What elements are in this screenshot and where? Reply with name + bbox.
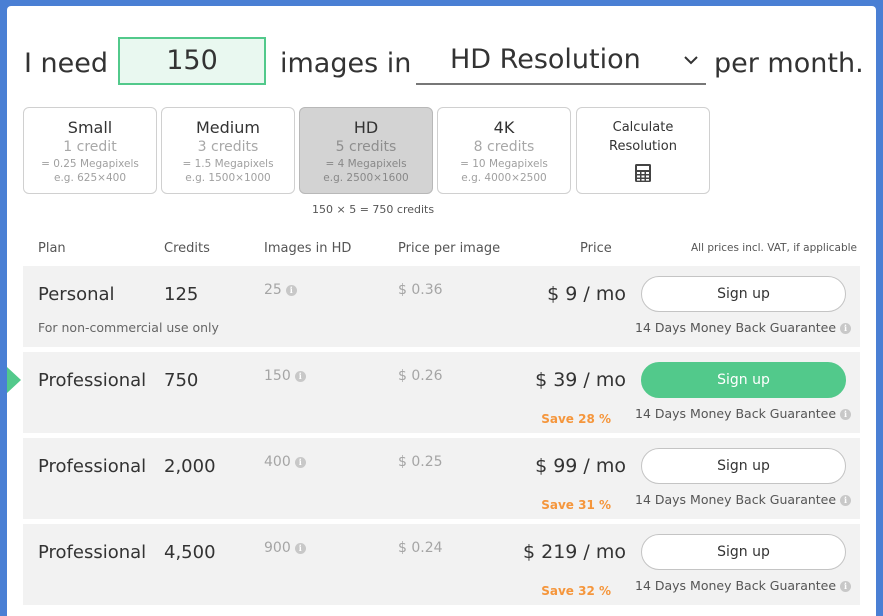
info-icon[interactable]: i — [294, 543, 306, 554]
plan-images: 150 i — [264, 368, 306, 384]
size-example: e.g. 1500×1000 — [185, 172, 271, 184]
size-name: Medium — [196, 118, 260, 137]
plan-name: Professional — [38, 370, 147, 391]
credit-formula: 150 × 5 = 750 credits — [312, 203, 435, 216]
plan-row: Professional 4,500 900 i $ 0.24 $ 219 / m… — [23, 524, 860, 605]
calculator-icon — [635, 164, 651, 182]
plan-credits: 2,000 — [164, 456, 216, 477]
plan-row: Professional 2,000 400 i $ 0.25 $ 99 / mo… — [23, 438, 860, 519]
info-icon[interactable]: i — [285, 285, 297, 296]
plan-price: $ 39 / mo — [535, 369, 626, 391]
column-header-price-per-image: Price per image — [398, 241, 501, 256]
calculate-label-line1: Calculate — [612, 120, 674, 135]
size-tile-medium[interactable]: Medium 3 credits = 1.5 Megapixels e.g. 1… — [161, 107, 295, 194]
size-credits: 1 credit — [63, 139, 117, 155]
selected-plan-marker-icon — [7, 367, 21, 393]
plan-row: Personal 125 25 i $ 0.36 $ 9 / mo Sign up… — [23, 266, 860, 347]
plan-images: 900 i — [264, 540, 306, 556]
headline-middle: images in — [280, 48, 412, 79]
plan-savings-badge: Save 31 % — [541, 498, 611, 512]
image-count-input[interactable]: 150 — [118, 37, 266, 85]
calculate-label: Calculate Resolution — [577, 118, 709, 156]
plan-credits: 750 — [164, 370, 199, 391]
plan-name: Personal — [38, 284, 115, 305]
chevron-down-icon — [684, 56, 698, 65]
size-megapixels: = 4 Megapixels — [325, 158, 407, 170]
guarantee-text: 14 Days Money Back Guarantee — [635, 320, 837, 335]
plan-savings-badge: Save 32 % — [541, 584, 611, 598]
info-icon[interactable]: i — [294, 371, 306, 382]
column-header-price: Price — [580, 241, 612, 256]
size-credits: 3 credits — [197, 139, 259, 155]
plan-note: For non-commercial use only — [38, 320, 219, 335]
plan-row-selected: Professional 750 150 i $ 0.26 $ 39 / mo S… — [23, 352, 860, 433]
signup-button[interactable]: Sign up — [641, 362, 846, 398]
plan-credits: 125 — [164, 284, 199, 305]
size-tile-hd[interactable]: HD 5 credits = 4 Megapixels e.g. 2500×16… — [299, 107, 433, 194]
info-icon[interactable]: i — [840, 495, 852, 506]
plan-images-value: 900 — [264, 540, 291, 556]
size-credits: 8 credits — [473, 139, 535, 155]
size-megapixels: = 10 Megapixels — [460, 158, 548, 170]
column-header-credits: Credits — [164, 241, 210, 256]
headline-prefix: I need — [24, 48, 109, 79]
size-example: e.g. 625×400 — [53, 172, 127, 184]
guarantee-text: 14 Days Money Back Guarantee — [635, 578, 837, 593]
column-header-plan: Plan — [38, 241, 66, 256]
guarantee-text: 14 Days Money Back Guarantee — [635, 492, 837, 507]
plan-price: $ 9 / mo — [547, 283, 626, 305]
plan-images-value: 25 — [264, 282, 282, 298]
size-name: Small — [67, 118, 113, 137]
plan-price-per-image: $ 0.24 — [398, 540, 443, 556]
column-header-images: Images in HD — [264, 241, 352, 256]
plan-images: 400 i — [264, 454, 306, 470]
calculate-resolution-button[interactable]: Calculate Resolution — [576, 107, 710, 194]
size-name: 4K — [493, 118, 515, 137]
plan-name: Professional — [38, 456, 147, 477]
size-tile-small[interactable]: Small 1 credit = 0.25 Megapixels e.g. 62… — [23, 107, 157, 194]
vat-note: All prices incl. VAT, if applicable — [691, 242, 858, 254]
info-icon[interactable]: i — [840, 323, 852, 334]
size-megapixels: = 0.25 Megapixels — [41, 158, 139, 170]
headline-suffix: per month. — [714, 48, 864, 79]
info-icon[interactable]: i — [840, 581, 852, 592]
calculate-label-line2: Resolution — [609, 139, 677, 154]
plan-price-per-image: $ 0.36 — [398, 282, 443, 298]
size-credits: 5 credits — [335, 139, 397, 155]
info-icon[interactable]: i — [294, 457, 306, 468]
plan-credits: 4,500 — [164, 542, 216, 563]
plan-price-per-image: $ 0.25 — [398, 454, 443, 470]
guarantee-text: 14 Days Money Back Guarantee — [635, 406, 837, 421]
signup-button[interactable]: Sign up — [641, 534, 846, 570]
money-back-guarantee: 14 Days Money Back Guarantee i — [635, 406, 852, 421]
money-back-guarantee: 14 Days Money Back Guarantee i — [635, 320, 852, 335]
plan-images-value: 400 — [264, 454, 291, 470]
info-icon[interactable]: i — [840, 409, 852, 420]
size-tile-4k[interactable]: 4K 8 credits = 10 Megapixels e.g. 4000×2… — [437, 107, 571, 194]
size-example: e.g. 2500×1600 — [323, 172, 409, 184]
plan-savings-badge: Save 28 % — [541, 412, 611, 426]
size-name: HD — [353, 118, 379, 137]
resolution-select[interactable]: HD Resolution — [416, 37, 706, 85]
plan-price-per-image: $ 0.26 — [398, 368, 443, 384]
plan-price: $ 219 / mo — [522, 541, 626, 563]
money-back-guarantee: 14 Days Money Back Guarantee i — [635, 492, 852, 507]
plan-images: 25 i — [264, 282, 297, 298]
plan-price: $ 99 / mo — [535, 455, 626, 477]
signup-button[interactable]: Sign up — [641, 448, 846, 484]
signup-button[interactable]: Sign up — [641, 276, 846, 312]
resolution-select-value: HD Resolution — [450, 44, 641, 75]
plan-name: Professional — [38, 542, 147, 563]
money-back-guarantee: 14 Days Money Back Guarantee i — [635, 578, 852, 593]
pricing-card: I need 150 images in HD Resolution per m… — [7, 6, 876, 616]
size-megapixels: = 1.5 Megapixels — [182, 158, 274, 170]
size-example: e.g. 4000×2500 — [461, 172, 547, 184]
plan-images-value: 150 — [264, 368, 291, 384]
